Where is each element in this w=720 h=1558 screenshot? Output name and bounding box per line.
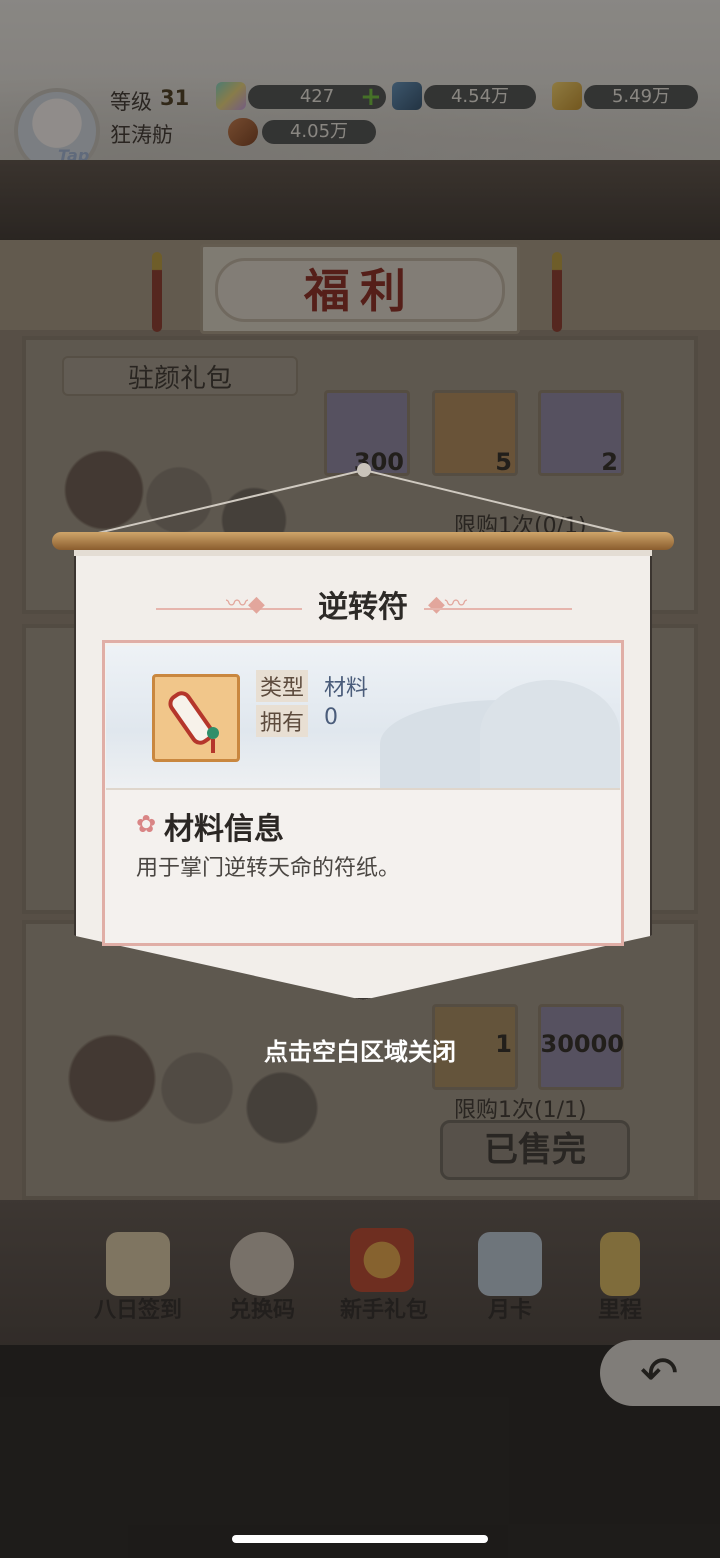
owned-label: 拥有	[256, 705, 309, 737]
cloud-swirl-right-icon: ◆〰	[428, 592, 467, 617]
owned-value: 0	[324, 705, 338, 730]
mountain-backdrop	[480, 680, 620, 788]
section-title: 材料信息	[164, 812, 284, 847]
header-divider	[106, 788, 620, 790]
scroll-talisman-icon	[168, 691, 219, 753]
scroll-rod	[52, 532, 674, 550]
flower-icon: ✿	[136, 810, 157, 838]
close-hint: 点击空白区域关闭	[264, 1038, 456, 1066]
type-value: 材料	[324, 676, 369, 701]
item-description: 用于掌门逆转天命的符纸。	[136, 856, 401, 881]
title-deco-line-right	[424, 608, 572, 610]
item-name: 逆转符	[318, 590, 408, 625]
home-indicator[interactable]	[232, 1535, 488, 1543]
type-label: 类型	[256, 670, 309, 702]
scroll-icon	[152, 674, 240, 762]
